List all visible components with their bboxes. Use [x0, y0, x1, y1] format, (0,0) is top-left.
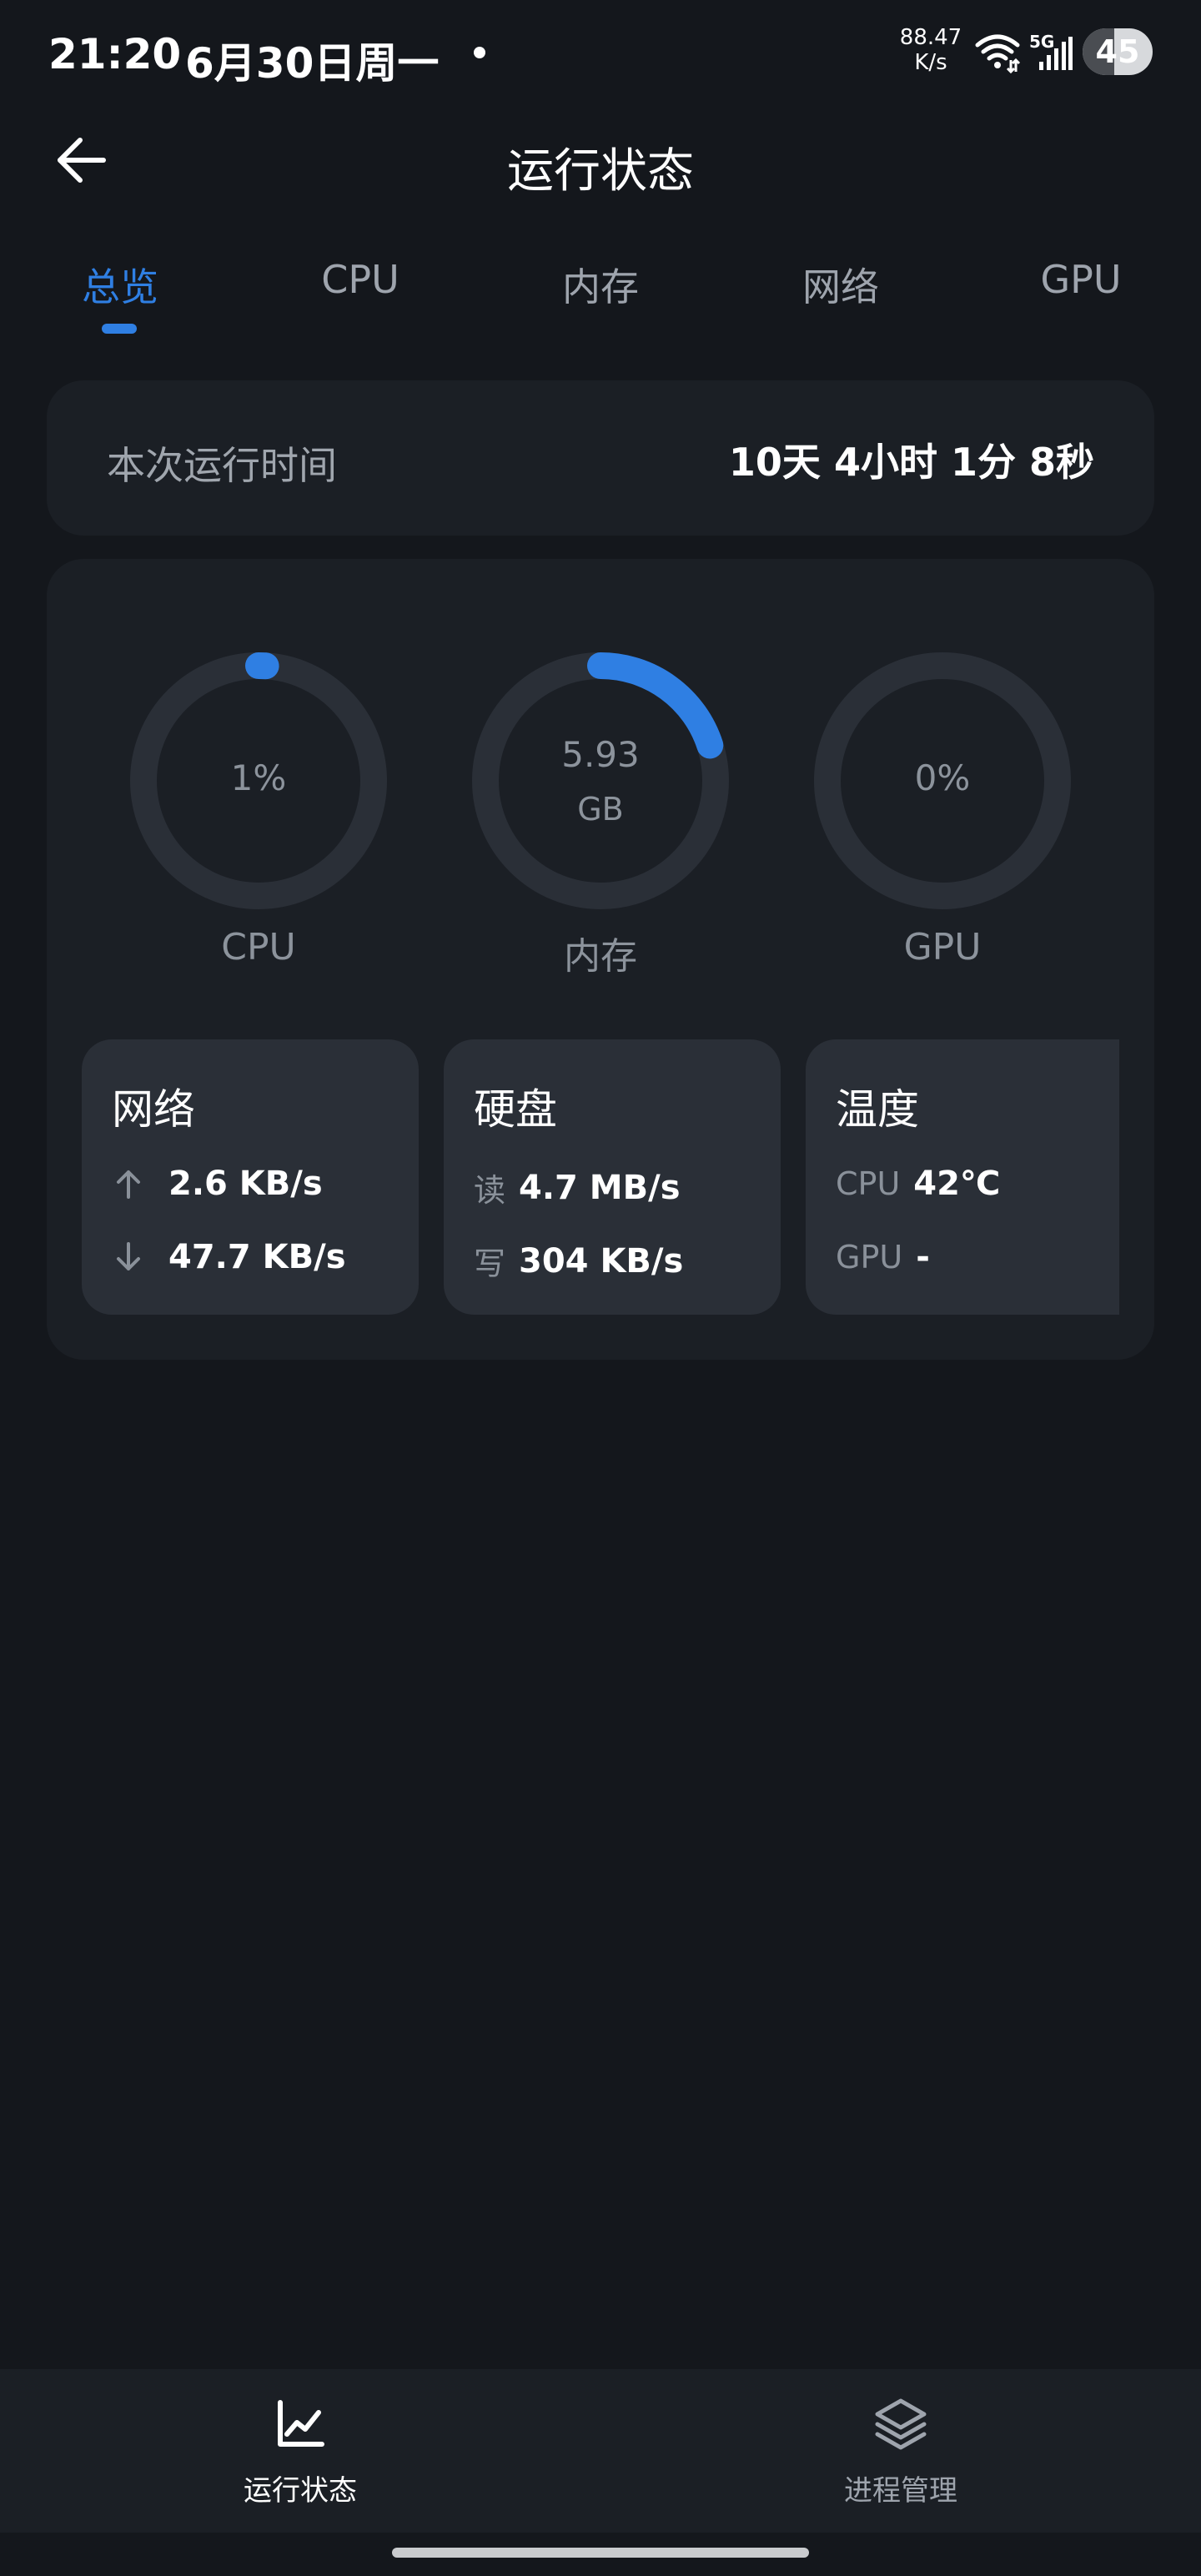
gpu-gauge-value: 0% — [914, 757, 971, 798]
cpu-gauge[interactable]: 1% — [125, 647, 392, 914]
network-upload-value: 2.6 KB/s — [168, 1165, 323, 1203]
memory-gauge-value: 5.93 — [561, 734, 640, 775]
status-time: 21:20 — [48, 30, 182, 78]
nav-item-running-status[interactable]: 运行状态 — [133, 2394, 467, 2508]
battery-icon: 45 — [1083, 28, 1153, 75]
temperature-stat-card[interactable]: 温度 CPU 42℃ GPU - — [806, 1039, 1119, 1315]
signal-strength-icon — [1039, 37, 1073, 70]
nav-label-process-management: 进程管理 — [844, 2474, 957, 2508]
network-speed-indicator: 88.47 K/s — [897, 25, 964, 75]
temperature-gpu-value: - — [916, 1238, 930, 1276]
page-title: 运行状态 — [507, 144, 694, 199]
memory-gauge-unit: GB — [577, 791, 624, 828]
temperature-gpu-row: GPU - — [836, 1238, 930, 1276]
tab-gpu[interactable]: GPU — [981, 257, 1181, 302]
uptime-value: 10天 4小时 1分 8秒 — [728, 440, 1094, 485]
temperature-cpu-label: CPU — [836, 1165, 901, 1202]
disk-read-value: 4.7 MB/s — [519, 1168, 681, 1207]
arrow-down-icon — [117, 1242, 140, 1270]
nav-item-process-management[interactable]: 进程管理 — [734, 2394, 1068, 2508]
wifi-icon — [975, 34, 1021, 73]
line-chart-icon — [278, 2400, 324, 2447]
bottom-navigation: 运行状态 进程管理 — [0, 2369, 1201, 2533]
layers-icon — [875, 2398, 927, 2450]
notification-dot-icon — [474, 47, 485, 58]
tab-overview[interactable]: 总览 — [20, 257, 220, 312]
gpu-gauge[interactable]: 0% — [809, 647, 1076, 914]
disk-write-label: 写 — [474, 1245, 506, 1282]
memory-gauge-ring — [472, 652, 729, 909]
memory-gauge[interactable]: 5.93 GB — [467, 647, 734, 914]
network-card-title: 网络 — [112, 1085, 195, 1134]
network-download-value: 47.7 KB/s — [168, 1238, 346, 1276]
network-speed-value: 88.47 — [899, 25, 962, 50]
tab-memory[interactable]: 内存 — [500, 257, 701, 312]
tab-bar: 总览 CPU 内存 网络 GPU — [0, 250, 1201, 342]
disk-write-row: 写 304 KB/s — [474, 1238, 683, 1284]
disk-card-title: 硬盘 — [474, 1085, 557, 1134]
cpu-gauge-label: CPU — [221, 926, 296, 969]
tab-network[interactable]: 网络 — [741, 257, 941, 312]
status-bar: 21:20 6月30日周一 88.47 K/s 5G 45 — [0, 0, 1201, 108]
nav-label-running-status: 运行状态 — [244, 2474, 357, 2508]
uptime-card: 本次运行时间 10天 4小时 1分 8秒 — [47, 380, 1154, 536]
overview-card: 1% CPU 5.93 GB 内存 0% GPU 网络 2.6 KB/s 47.… — [47, 559, 1154, 1360]
arrow-up-icon — [117, 1170, 140, 1199]
disk-write-value: 304 KB/s — [519, 1241, 684, 1280]
network-download-row: 47.7 KB/s — [112, 1238, 346, 1276]
memory-gauge-label: 内存 — [564, 935, 637, 978]
tab-cpu[interactable]: CPU — [260, 257, 460, 302]
network-speed-unit: K/s — [914, 50, 947, 75]
temperature-cpu-row: CPU 42℃ — [836, 1165, 1000, 1203]
battery-percent: 45 — [1095, 33, 1140, 70]
tab-active-indicator — [102, 324, 137, 334]
network-stat-card[interactable]: 网络 2.6 KB/s 47.7 KB/s — [82, 1039, 419, 1315]
disk-stat-card[interactable]: 硬盘 读 4.7 MB/s 写 304 KB/s — [444, 1039, 781, 1315]
gpu-gauge-label: GPU — [903, 926, 982, 969]
disk-read-row: 读 4.7 MB/s — [474, 1165, 681, 1210]
network-upload-row: 2.6 KB/s — [112, 1165, 323, 1203]
temperature-cpu-value: 42℃ — [913, 1165, 1001, 1203]
uptime-label: 本次运行时间 — [107, 443, 337, 488]
temperature-gpu-label: GPU — [836, 1239, 903, 1275]
cpu-gauge-value: 1% — [230, 757, 287, 798]
home-indicator — [392, 2548, 809, 2558]
status-date: 6月30日周一 — [185, 39, 440, 88]
temperature-card-title: 温度 — [836, 1085, 919, 1134]
disk-read-label: 读 — [474, 1172, 506, 1209]
